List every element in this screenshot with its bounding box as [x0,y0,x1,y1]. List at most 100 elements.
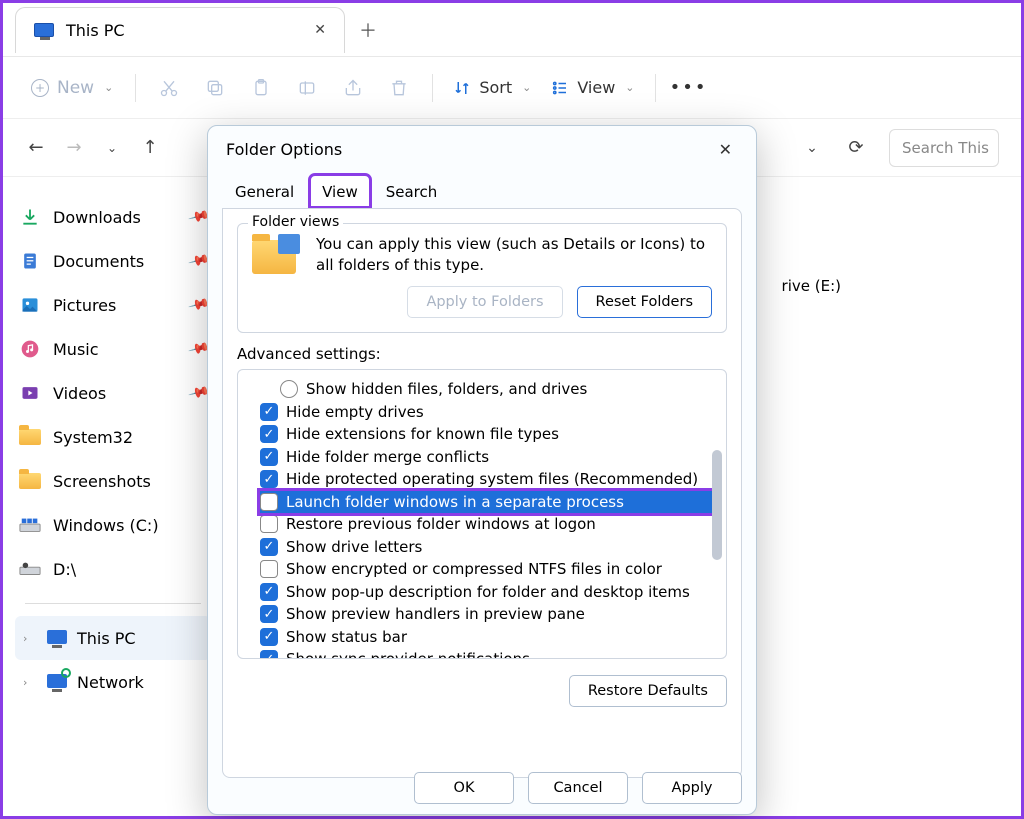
checkbox-icon[interactable] [260,515,278,533]
folder-views-group: Folder views You can apply this view (su… [237,223,727,333]
separator [655,74,656,102]
plus-icon: + [31,79,49,97]
option-label: Show sync provider notifications [286,648,530,659]
dialog-close-button[interactable]: ✕ [713,134,738,165]
sidebar-item-screenshots[interactable]: Screenshots [19,459,207,503]
sidebar-item-label: Music [53,340,99,359]
sidebar-item-system32[interactable]: System32 [19,415,207,459]
advanced-option[interactable]: Launch folder windows in a separate proc… [260,491,718,514]
apply-to-folders-button[interactable]: Apply to Folders [407,286,562,318]
dialog-title: Folder Options [226,140,342,159]
sidebar-item-documents[interactable]: Documents📌 [19,239,207,283]
sidebar-item-pictures[interactable]: Pictures📌 [19,283,207,327]
tree-item-label: This PC [77,629,136,648]
advanced-option[interactable]: Show preview handlers in preview pane [260,603,718,626]
folder-icon [19,426,41,448]
advanced-option[interactable]: Show hidden files, folders, and drives [260,378,718,401]
checkbox-icon[interactable] [260,583,278,601]
checkbox-icon[interactable] [260,560,278,578]
ok-button[interactable]: OK [414,772,514,804]
sidebar-item-label: Windows (C:) [53,516,159,535]
folder-options-dialog: Folder Options ✕ GeneralViewSearch Folde… [207,125,757,815]
separator [432,74,433,102]
advanced-option[interactable]: Show pop-up description for folder and d… [260,581,718,604]
paste-button[interactable] [240,69,282,107]
tree-item-this-pc[interactable]: › This PC [15,616,211,660]
rename-button[interactable] [286,69,328,107]
dialog-tab-general[interactable]: General [222,174,307,208]
reset-folders-button[interactable]: Reset Folders [577,286,712,318]
chevron-right-icon[interactable]: › [23,676,37,689]
back-button[interactable]: ← [25,137,47,159]
checkbox-icon[interactable] [260,403,278,421]
checkbox-icon[interactable] [260,650,278,659]
option-label: Show preview handlers in preview pane [286,603,585,626]
scrollbar-thumb[interactable] [712,450,722,560]
advanced-option[interactable]: Restore previous folder windows at logon [260,513,718,536]
forward-button[interactable]: → [63,137,85,159]
sidebar-item-music[interactable]: Music📌 [19,327,207,371]
option-label: Show hidden files, folders, and drives [306,378,587,401]
sidebar-item-videos[interactable]: Videos📌 [19,371,207,415]
advanced-option[interactable]: Hide folder merge conflicts [260,446,718,469]
search-input[interactable]: Search This [889,129,999,167]
checkbox-icon[interactable] [260,493,278,511]
sort-button[interactable]: Sort ⌄ [445,78,539,97]
up-button[interactable]: ↑ [139,137,161,159]
advanced-option[interactable]: Hide empty drives [260,401,718,424]
chevron-down-icon: ⌄ [522,81,531,94]
option-label: Show status bar [286,626,407,649]
tab-this-pc[interactable]: This PC ✕ [15,7,345,53]
radio-icon[interactable] [280,380,298,398]
copy-button[interactable] [194,69,236,107]
refresh-button[interactable]: ⟳ [845,137,867,159]
sidebar: Downloads📌Documents📌Pictures📌Music📌Video… [3,177,213,816]
advanced-option[interactable]: Show sync provider notifications [260,648,718,659]
advanced-settings-list[interactable]: Show hidden files, folders, and drivesHi… [237,369,727,659]
cut-button[interactable] [148,69,190,107]
new-tab-button[interactable]: ＋ [345,7,391,53]
folder-views-text: You can apply this view (such as Details… [316,234,712,276]
delete-button[interactable] [378,69,420,107]
apply-button[interactable]: Apply [642,772,742,804]
option-label: Show drive letters [286,536,422,559]
download-icon [19,206,41,228]
restore-defaults-button[interactable]: Restore Defaults [569,675,727,707]
advanced-option[interactable]: Hide extensions for known file types [260,423,718,446]
new-button[interactable]: + New ⌄ [21,69,123,107]
separator [135,74,136,102]
advanced-option[interactable]: Show status bar [260,626,718,649]
checkbox-icon[interactable] [260,628,278,646]
view-label: View [577,78,615,97]
sidebar-item-downloads[interactable]: Downloads📌 [19,195,207,239]
checkbox-icon[interactable] [260,448,278,466]
advanced-option[interactable]: Hide protected operating system files (R… [260,468,718,491]
sidebar-item-d-[interactable]: D:\ [19,547,207,591]
address-dropdown[interactable]: ⌄ [801,137,823,159]
drive-label-partial: rive (E:) [782,277,841,295]
option-label: Show encrypted or compressed NTFS files … [286,558,662,581]
doc-icon [19,250,41,272]
dialog-tab-search[interactable]: Search [373,174,451,208]
tree-item-network[interactable]: ›Network [19,660,207,704]
video-icon [19,382,41,404]
history-dropdown[interactable]: ⌄ [101,137,123,159]
checkbox-icon[interactable] [260,605,278,623]
option-label: Hide protected operating system files (R… [286,468,698,491]
advanced-option[interactable]: Show drive letters [260,536,718,559]
chevron-down-icon: ⌄ [104,81,113,94]
sidebar-item-windows-c-[interactable]: Windows (C:) [19,503,207,547]
view-button[interactable]: View ⌄ [543,78,642,97]
share-button[interactable] [332,69,374,107]
advanced-option[interactable]: Show encrypted or compressed NTFS files … [260,558,718,581]
cancel-button[interactable]: Cancel [528,772,628,804]
checkbox-icon[interactable] [260,538,278,556]
chevron-right-icon[interactable]: › [23,632,37,645]
more-button[interactable]: ••• [668,69,710,107]
close-icon[interactable]: ✕ [314,22,326,38]
checkbox-icon[interactable] [260,425,278,443]
checkbox-icon[interactable] [260,470,278,488]
folder-views-legend: Folder views [248,214,343,230]
new-label: New [57,78,94,98]
dialog-tab-view[interactable]: View [309,174,371,208]
